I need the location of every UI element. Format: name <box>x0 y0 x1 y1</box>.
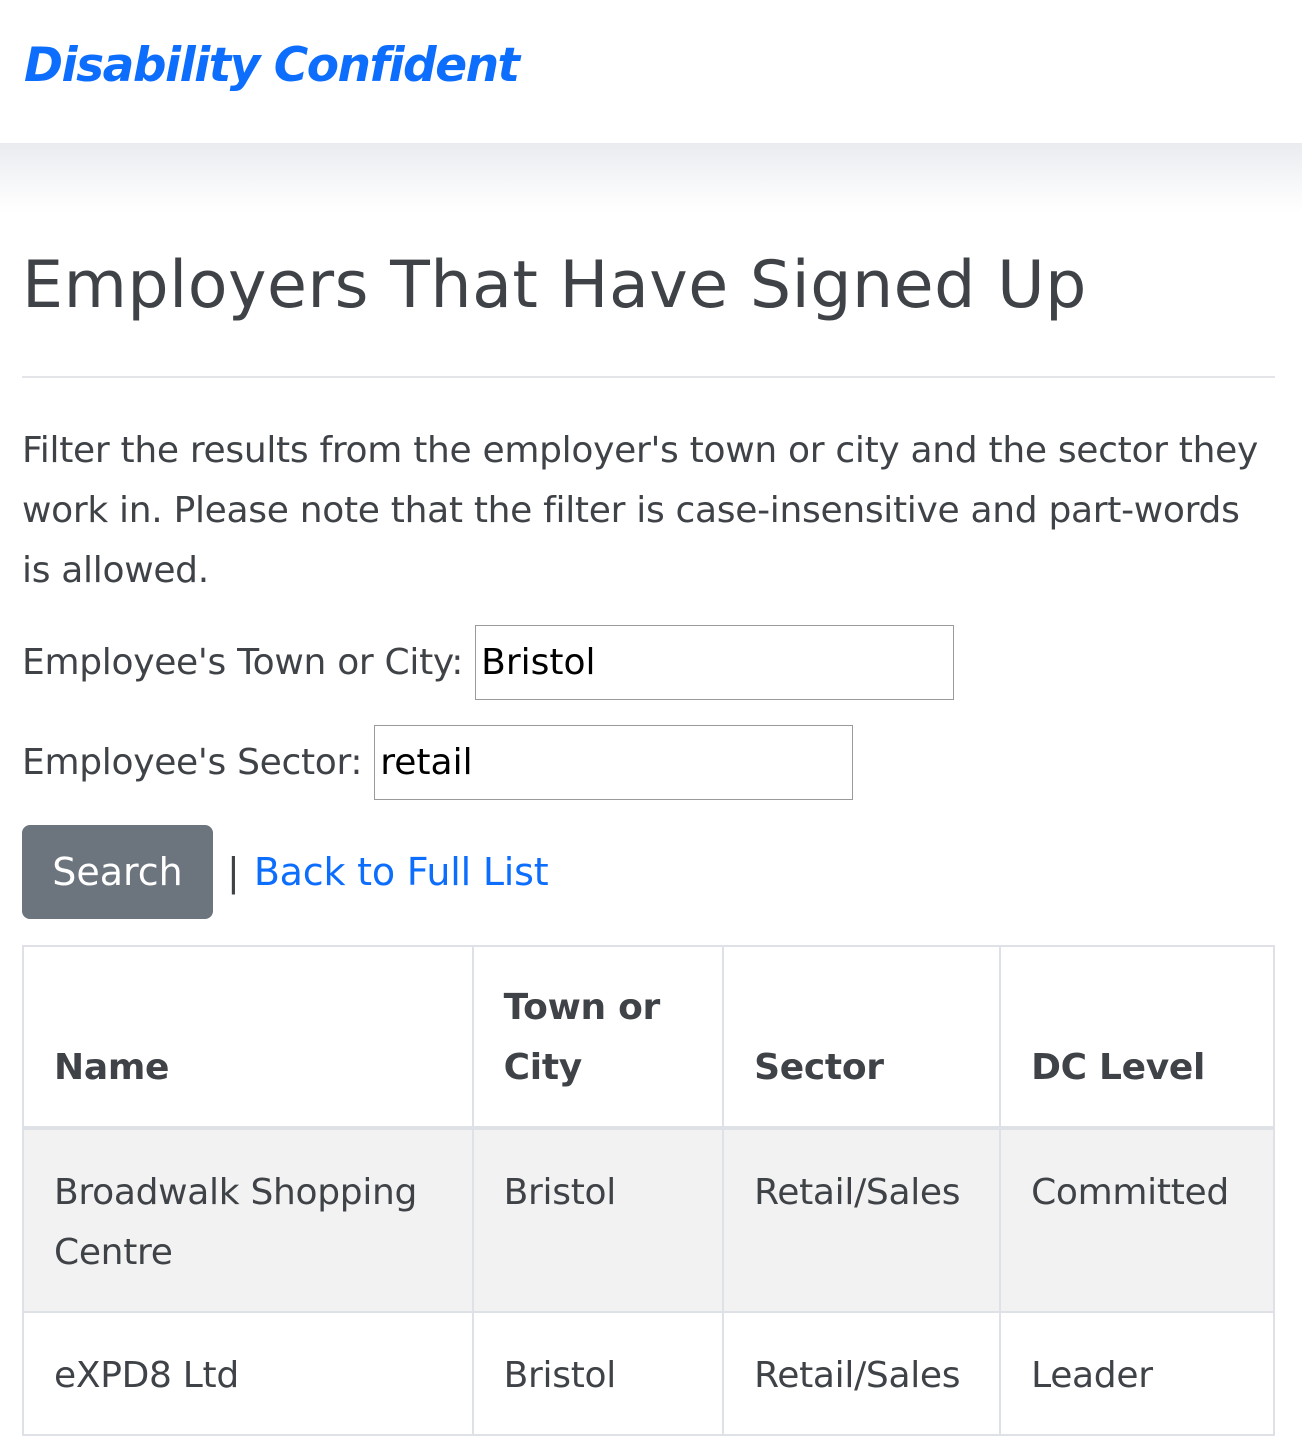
town-input[interactable] <box>475 625 955 700</box>
header-town[interactable]: Town or City <box>471 945 725 1129</box>
table-header: Name Town or City Sector DC Level <box>22 945 1275 1129</box>
filter-actions: Search | Back to Full List <box>22 825 549 919</box>
page-title: Employers That Have Signed Up <box>22 248 1087 323</box>
back-to-full-list-link[interactable]: Back to Full List <box>254 850 549 894</box>
sector-label: Employee's Sector: <box>22 742 363 783</box>
cell-sector: Retail/Sales <box>722 1311 1002 1436</box>
town-label: Employee's Town or City: <box>22 642 464 683</box>
cell-name: eXPD8 Ltd <box>22 1311 474 1436</box>
navbar: Disability Confident <box>0 0 1302 143</box>
cell-town: Bristol <box>471 1311 725 1436</box>
navbar-shadow <box>0 143 1302 213</box>
cell-dc-level: Committed <box>999 1127 1275 1313</box>
action-separator: | <box>227 850 240 894</box>
header-sector[interactable]: Sector <box>722 945 1002 1129</box>
header-town-line1: Town or <box>503 987 661 1028</box>
brand-logo-link[interactable]: Disability Confident <box>24 36 520 96</box>
table-row: Broadwalk Shopping Centre Bristol Retail… <box>22 1127 1275 1313</box>
header-name[interactable]: Name <box>22 945 474 1129</box>
header-town-line2: City <box>503 1047 583 1088</box>
search-button[interactable]: Search <box>22 825 213 919</box>
header-row: Name Town or City Sector DC Level <box>22 945 1275 1129</box>
title-divider <box>22 376 1275 378</box>
employers-table: Name Town or City Sector DC Level Broadwa… <box>22 945 1275 1436</box>
table-row: eXPD8 Ltd Bristol Retail/Sales Leader <box>22 1311 1275 1436</box>
table-body: Broadwalk Shopping Centre Bristol Retail… <box>22 1127 1275 1436</box>
town-filter-row: Employee's Town or City: <box>22 625 955 700</box>
sector-filter-row: Employee's Sector: <box>22 725 854 800</box>
cell-dc-level: Leader <box>999 1311 1275 1436</box>
sector-input[interactable] <box>374 725 854 800</box>
cell-town: Bristol <box>471 1127 725 1313</box>
header-dc-level[interactable]: DC Level <box>999 945 1275 1129</box>
cell-name: Broadwalk Shopping Centre <box>22 1127 474 1313</box>
filter-instructions: Filter the results from the employer's t… <box>22 430 1258 591</box>
cell-sector: Retail/Sales <box>722 1127 1002 1313</box>
